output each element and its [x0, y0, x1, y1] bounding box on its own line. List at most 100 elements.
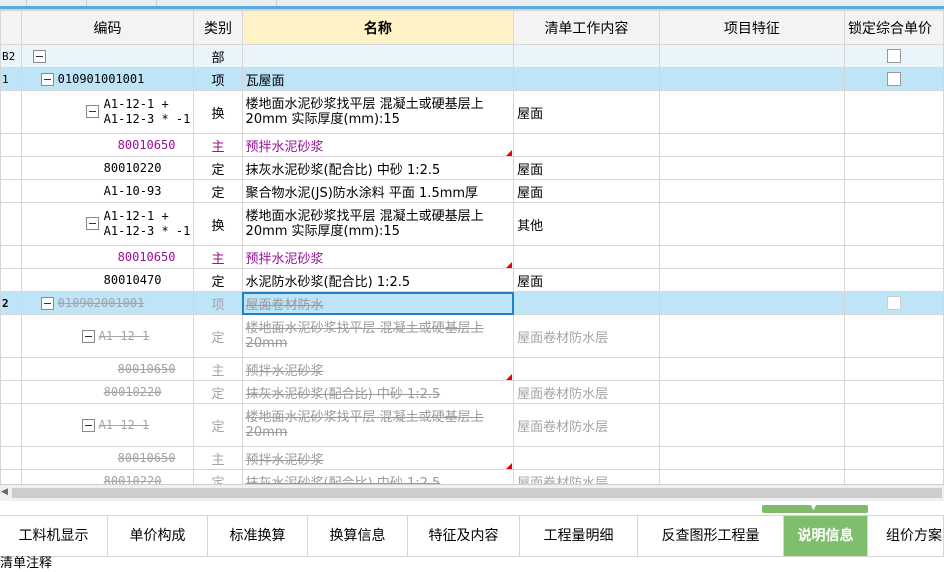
- table-row-disabled[interactable]: 2 010902001001 项 屋面卷材防水: [0, 291, 944, 315]
- row-lock-cell[interactable]: [844, 202, 944, 246]
- row-lock-cell[interactable]: [844, 133, 944, 157]
- row-type-cell[interactable]: 项: [193, 67, 243, 91]
- row-type-cell[interactable]: 定: [193, 380, 243, 404]
- row-work-cell[interactable]: 其他: [513, 202, 660, 246]
- budget-grid[interactable]: 编码 类别 名称 清单工作内容 项目特征 锁定综合单价 B2 部 1 01090…: [0, 10, 944, 484]
- row-code-cell[interactable]: 010902001001: [20, 291, 195, 315]
- table-row-disabled[interactable]: 80010650 主 预拌水泥砂浆: [0, 446, 944, 470]
- row-work-cell[interactable]: 屋面: [513, 179, 660, 203]
- row-feature-cell[interactable]: [658, 446, 846, 470]
- row-name-cell[interactable]: 楼地面水泥砂浆找平层 混凝土或硬基层上 20mm: [241, 314, 515, 358]
- row-code-cell[interactable]: 80010220: [20, 469, 195, 484]
- panel-splitter[interactable]: ▼: [0, 501, 944, 515]
- row-work-cell[interactable]: 屋面卷材防水层: [513, 469, 660, 484]
- row-name-cell[interactable]: 楼地面水泥砂浆找平层 混凝土或硬基层上 20mm 实际厚度(mm):15: [241, 90, 515, 134]
- lock-checkbox[interactable]: [887, 296, 902, 310]
- table-row-disabled[interactable]: 80010220 定 抹灰水泥砂浆(配合比) 中砂 1:2.5 屋面卷材防水层: [0, 469, 944, 484]
- row-work-cell[interactable]: 屋面卷材防水层: [513, 380, 660, 404]
- table-row-disabled[interactable]: A1-12-1 定 楼地面水泥砂浆找平层 混凝土或硬基层上 20mm 屋面卷材防…: [0, 314, 944, 358]
- row-type-cell[interactable]: 换: [193, 202, 243, 246]
- row-code-cell[interactable]: 80010470: [20, 268, 195, 292]
- row-type-cell[interactable]: 项: [193, 291, 243, 315]
- row-feature-cell[interactable]: [658, 90, 846, 134]
- row-feature-cell[interactable]: [658, 380, 846, 404]
- tab-description-info[interactable]: 说明信息: [784, 516, 868, 556]
- row-type-cell[interactable]: 主: [193, 357, 243, 381]
- col-header-name[interactable]: 名称: [241, 10, 515, 45]
- row-lock-cell[interactable]: [844, 67, 944, 91]
- row-code-cell[interactable]: A1-12-1 + A1-12-3 * -1: [20, 90, 195, 134]
- table-row[interactable]: 80010220 定 抹灰水泥砂浆(配合比) 中砂 1:2.5 屋面: [0, 156, 944, 180]
- table-row[interactable]: 80010650 主 预拌水泥砂浆: [0, 245, 944, 269]
- table-row[interactable]: A1-12-1 + A1-12-3 * -1 换 楼地面水泥砂浆找平层 混凝土或…: [0, 90, 944, 134]
- row-feature-cell[interactable]: [658, 291, 846, 315]
- row-work-cell[interactable]: [513, 67, 660, 91]
- row-work-cell[interactable]: 屋面卷材防水层: [513, 314, 660, 358]
- scroll-left-icon[interactable]: ◀: [1, 487, 8, 497]
- table-row-disabled[interactable]: 80010650 主 预拌水泥砂浆: [0, 357, 944, 381]
- row-feature-cell[interactable]: [658, 403, 846, 447]
- row-work-cell[interactable]: [513, 44, 660, 68]
- col-header-feature[interactable]: 项目特征: [658, 10, 846, 45]
- row-name-cell[interactable]: 预拌水泥砂浆: [241, 245, 515, 269]
- row-feature-cell[interactable]: [658, 133, 846, 157]
- row-lock-cell[interactable]: [844, 403, 944, 447]
- row-feature-cell[interactable]: [658, 314, 846, 358]
- row-name-cell[interactable]: 水泥防水砂浆(配合比) 1:2.5: [241, 268, 515, 292]
- row-work-cell[interactable]: [513, 133, 660, 157]
- row-name-cell[interactable]: 楼地面水泥砂浆找平层 混凝土或硬基层上 20mm: [241, 403, 515, 447]
- row-code-cell[interactable]: 80010650: [20, 245, 195, 269]
- col-header-lock[interactable]: 锁定综合单价: [844, 10, 944, 45]
- row-lock-cell[interactable]: [844, 314, 944, 358]
- collapse-icon[interactable]: [40, 296, 54, 310]
- table-row-disabled[interactable]: 80010220 定 抹灰水泥砂浆(配合比) 中砂 1:2.5 屋面卷材防水层: [0, 380, 944, 404]
- row-name-cell[interactable]: 预拌水泥砂浆: [241, 446, 515, 470]
- row-name-cell[interactable]: [241, 44, 515, 68]
- row-type-cell[interactable]: 主: [193, 133, 243, 157]
- table-row[interactable]: 80010470 定 水泥防水砂浆(配合比) 1:2.5 屋面: [0, 268, 944, 292]
- row-lock-cell[interactable]: [844, 469, 944, 484]
- collapse-icon[interactable]: [81, 329, 95, 343]
- row-lock-cell[interactable]: [844, 291, 944, 315]
- row-feature-cell[interactable]: [658, 357, 846, 381]
- row-work-cell[interactable]: 屋面卷材防水层: [513, 403, 660, 447]
- row-type-cell[interactable]: 主: [193, 245, 243, 269]
- row-lock-cell[interactable]: [844, 446, 944, 470]
- row-name-cell[interactable]: 瓦屋面: [241, 67, 515, 91]
- row-work-cell[interactable]: [513, 446, 660, 470]
- table-row[interactable]: A1-10-93 定 聚合物水泥(JS)防水涂料 平面 1.5mm厚 屋面: [0, 179, 944, 203]
- table-row-selected[interactable]: 1 010901001001 项 瓦屋面: [0, 67, 944, 91]
- row-code-cell[interactable]: A1-12-1: [20, 314, 195, 358]
- tab-quantity-detail[interactable]: 工程量明细: [520, 516, 638, 556]
- tab-unit-price-composition[interactable]: 单价构成: [108, 516, 208, 556]
- tab-pricing-scheme[interactable]: 组价方案: [868, 516, 944, 556]
- row-code-cell[interactable]: [20, 44, 195, 68]
- tab-standard-conversion[interactable]: 标准换算: [208, 516, 308, 556]
- collapse-icon[interactable]: [85, 217, 99, 230]
- row-lock-cell[interactable]: [844, 357, 944, 381]
- tab-feature-content[interactable]: 特征及内容: [408, 516, 520, 556]
- row-lock-cell[interactable]: [844, 156, 944, 180]
- tab-conversion-info[interactable]: 换算信息: [308, 516, 408, 556]
- row-type-cell[interactable]: 换: [193, 90, 243, 134]
- row-code-cell[interactable]: 80010220: [20, 380, 195, 404]
- row-name-cell[interactable]: 楼地面水泥砂浆找平层 混凝土或硬基层上 20mm 实际厚度(mm):15: [241, 202, 515, 246]
- row-feature-cell[interactable]: [658, 179, 846, 203]
- row-code-cell[interactable]: A1-10-93: [20, 179, 195, 203]
- lock-checkbox[interactable]: [887, 49, 902, 63]
- row-lock-cell[interactable]: [844, 380, 944, 404]
- row-type-cell[interactable]: 定: [193, 268, 243, 292]
- table-row[interactable]: 80010650 主 预拌水泥砂浆: [0, 133, 944, 157]
- row-type-cell[interactable]: 定: [193, 469, 243, 484]
- row-type-cell[interactable]: 主: [193, 446, 243, 470]
- row-code-cell[interactable]: 80010650: [20, 446, 195, 470]
- horizontal-scrollbar[interactable]: ◀: [0, 484, 944, 501]
- row-code-cell[interactable]: 010901001001: [20, 67, 195, 91]
- row-type-cell[interactable]: 定: [193, 314, 243, 358]
- tab-reverse-graphic-quantity[interactable]: 反查图形工程量: [638, 516, 784, 556]
- table-row[interactable]: B2 部: [0, 44, 944, 68]
- row-feature-cell[interactable]: [658, 245, 846, 269]
- row-name-cell[interactable]: 预拌水泥砂浆: [241, 357, 515, 381]
- row-feature-cell[interactable]: [658, 44, 846, 68]
- collapse-icon[interactable]: [40, 72, 54, 86]
